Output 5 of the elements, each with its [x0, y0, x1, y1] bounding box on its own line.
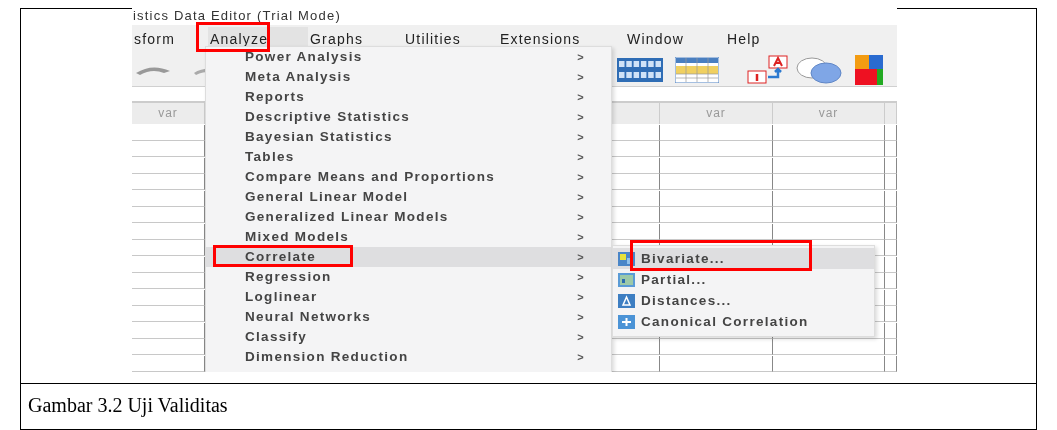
window-title: istics Data Editor (Trial Mode)	[132, 8, 897, 25]
column-header: var	[132, 103, 205, 124]
column-header: var	[773, 103, 885, 124]
figure-caption: Gambar 3.2 Uji Validitas	[27, 393, 229, 419]
column-header: var	[660, 103, 773, 124]
